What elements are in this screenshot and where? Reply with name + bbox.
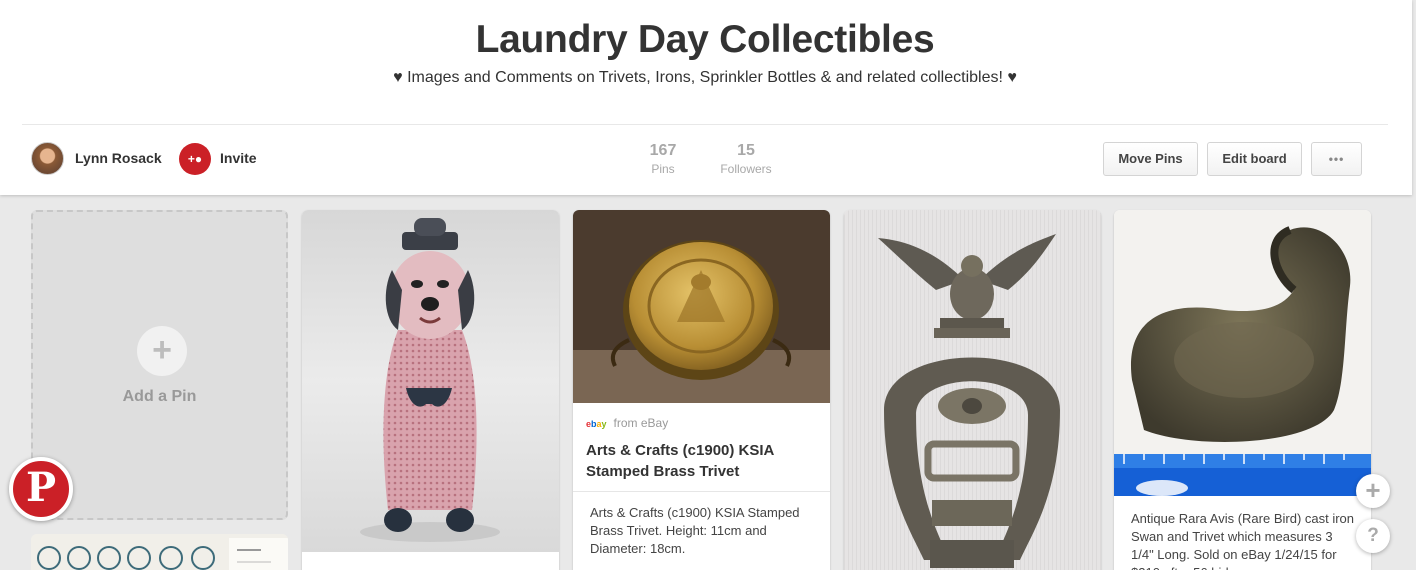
pin-card[interactable]: Antique Rara Avis (Rare Bird) cast iron … (1114, 210, 1371, 570)
plus-icon: + (137, 326, 187, 376)
add-pin-card[interactable]: + Add a Pin (31, 210, 288, 520)
followers-count: 15 (737, 142, 755, 159)
owner-name-link[interactable]: Lynn Rosack (75, 150, 162, 166)
board-description: ♥ Images and Comments on Trivets, Irons,… (393, 69, 1017, 86)
more-options-button[interactable]: ••• (1311, 142, 1362, 176)
plus-icon[interactable]: + (1356, 474, 1390, 508)
board-header: Laundry Day Collectibles ♥ Images and Co… (0, 0, 1412, 195)
edit-board-button[interactable]: Edit board (1207, 142, 1302, 176)
pin-divider (573, 491, 830, 492)
pins-label: Pins (651, 162, 675, 176)
trivet-catalog-image (31, 534, 288, 570)
pin-image-poodle (302, 210, 559, 552)
pins-count: 167 (649, 142, 677, 159)
followers-count-stat[interactable]: 15 Followers (716, 142, 776, 176)
pin-source[interactable]: ebay from eBay (586, 416, 668, 430)
help-icon[interactable]: ? (1356, 519, 1390, 553)
pin-image-eagle-horseshoe-trivet (844, 210, 1101, 570)
add-pin-label: Add a Pin (122, 388, 197, 405)
pin-description: Antique Rara Avis (Rare Bird) cast iron … (1131, 511, 1355, 570)
header-divider (22, 124, 1388, 125)
add-person-icon[interactable]: +● (179, 143, 211, 175)
pin-title[interactable]: Arts & Crafts (c1900) KSIA Stamped Brass… (586, 440, 816, 482)
pin-card-partial[interactable] (31, 534, 288, 570)
board-title: Laundry Day Collectibles (475, 18, 935, 61)
pin-card[interactable] (302, 210, 559, 570)
pin-card[interactable] (844, 210, 1101, 570)
pin-source-label: from eBay (613, 416, 669, 430)
pin-card[interactable]: ebay from eBay Arts & Crafts (c1900) KSIA… (573, 210, 830, 570)
move-pins-button[interactable]: Move Pins (1103, 142, 1198, 176)
owner-avatar[interactable] (31, 142, 64, 175)
followers-label: Followers (720, 162, 772, 176)
invite-button[interactable]: Invite (220, 150, 257, 166)
pin-image-swan-trivet (1114, 210, 1371, 496)
pin-image-brass-trivet (573, 210, 830, 403)
pins-count-stat[interactable]: 167 Pins (645, 142, 681, 176)
pinterest-logo-icon[interactable]: P (9, 457, 73, 521)
pin-description: Arts & Crafts (c1900) KSIA Stamped Brass… (590, 505, 800, 556)
ebay-logo-icon: ebay (586, 419, 607, 429)
